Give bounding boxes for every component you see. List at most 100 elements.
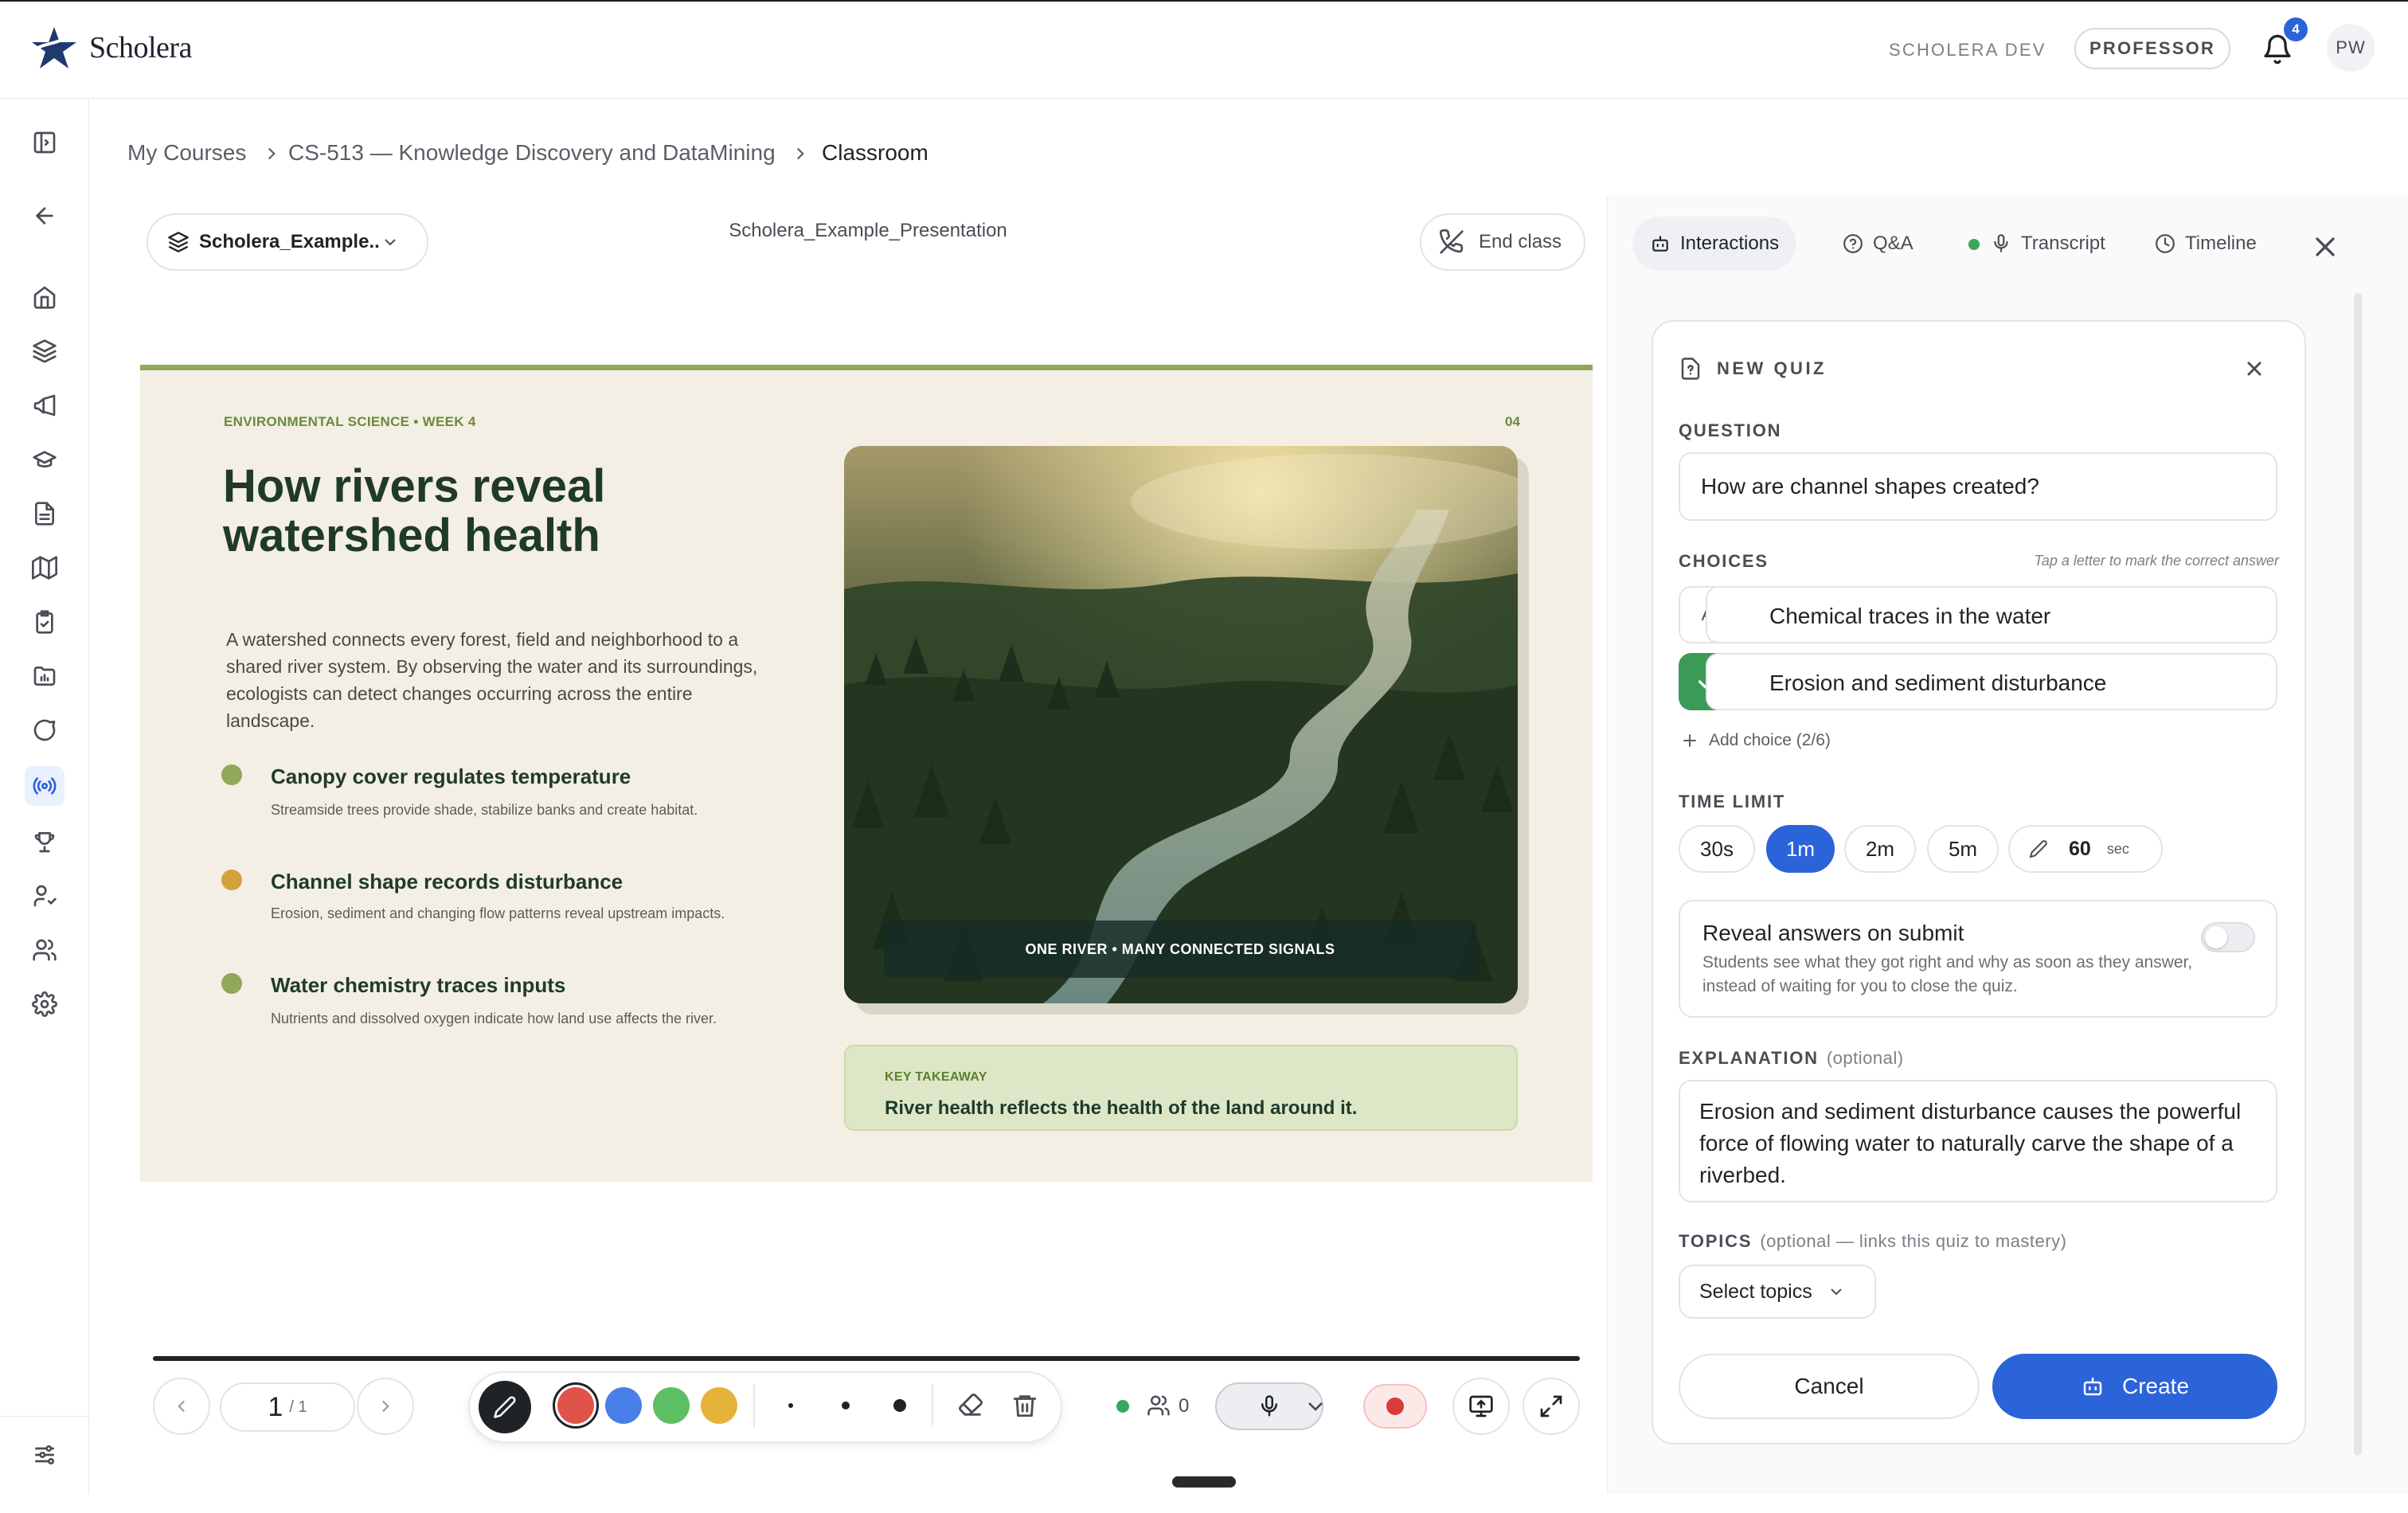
eraser-icon[interactable] <box>957 1392 984 1419</box>
breadcrumb-my-courses[interactable]: My Courses <box>127 140 246 166</box>
chevron-right-icon <box>790 140 811 167</box>
page-indicator[interactable]: 1 / 1 <box>220 1382 355 1432</box>
select-topics-dropdown[interactable]: Select topics <box>1679 1265 1876 1319</box>
role-switch-button[interactable]: PROFESSOR <box>2074 28 2230 69</box>
trophy-icon[interactable] <box>25 822 64 862</box>
record-button[interactable] <box>1363 1384 1427 1429</box>
chevron-down-icon[interactable] <box>1303 1394 1328 1419</box>
tab-transcript[interactable]: Transcript <box>1991 217 2105 271</box>
end-class-button[interactable]: End class <box>1420 213 1585 271</box>
choices-label: CHOICES <box>1679 551 1769 571</box>
color-swatch-yellow[interactable] <box>701 1387 737 1424</box>
explanation-textarea[interactable]: Erosion and sediment disturbance causes … <box>1679 1080 2277 1202</box>
phone-off-icon <box>1439 229 1464 255</box>
trash-icon[interactable] <box>1011 1392 1038 1419</box>
question-input[interactable]: How are channel shapes created? <box>1679 452 2277 521</box>
live-broadcast-icon[interactable] <box>25 766 64 806</box>
choices-hint: Tap a letter to mark the correct answer <box>2034 553 2279 569</box>
topics-label-text: TOPICS <box>1679 1231 1753 1251</box>
takeaway-kicker: KEY TAKEAWAY <box>885 1070 987 1084</box>
color-swatch-green[interactable] <box>653 1387 690 1424</box>
prev-slide-button[interactable] <box>153 1378 210 1435</box>
toolbar-divider <box>932 1384 933 1427</box>
toggle-sidebar-icon[interactable] <box>25 123 64 162</box>
breadcrumb-course[interactable]: CS-513 — Knowledge Discovery and DataMin… <box>288 140 776 166</box>
settings-gear-icon[interactable] <box>25 984 64 1024</box>
close-quiz-icon[interactable] <box>2241 355 2268 382</box>
takeaway-text: River health reflects the health of the … <box>885 1097 1358 1119</box>
reveal-answers-toggle[interactable] <box>2201 922 2255 952</box>
user-avatar[interactable]: PW <box>2327 24 2375 72</box>
tab-qa[interactable]: Q&A <box>1843 217 1914 271</box>
panel-scrollbar[interactable] <box>2354 293 2362 1456</box>
bullet-text: Streamside trees provide shade, stabiliz… <box>271 802 698 818</box>
topics-label: TOPICS (optional — links this quiz to mas… <box>1679 1231 2066 1252</box>
time-option-1m[interactable]: 1m <box>1766 825 1835 873</box>
select-topics-label: Select topics <box>1699 1280 1812 1303</box>
presentation-title: Scholera_Example_Presentation <box>729 220 1007 241</box>
reveal-answers-description: Students see what they got right and why… <box>1702 953 2193 995</box>
slide-body-text: A watershed connects every forest, field… <box>226 629 758 731</box>
user-check-icon[interactable] <box>25 876 64 916</box>
participant-count: 0 <box>1179 1395 1190 1417</box>
next-slide-button[interactable] <box>357 1378 414 1435</box>
slide-kicker: ENVIRONMENTAL SCIENCE • WEEK 4 <box>224 414 476 429</box>
microphone-icon <box>1991 233 2021 254</box>
tab-interactions[interactable]: Interactions <box>1632 217 1797 271</box>
color-swatch-blue[interactable] <box>605 1387 642 1424</box>
add-choice-button[interactable]: Add choice (2/6) <box>1680 731 1831 750</box>
layers-icon[interactable] <box>25 331 64 371</box>
pen-tool-button[interactable] <box>479 1381 531 1433</box>
analytics-folder-icon[interactable] <box>25 656 64 696</box>
clipboard-check-icon[interactable] <box>25 602 64 642</box>
cancel-button[interactable]: Cancel <box>1679 1354 1980 1419</box>
brand-name[interactable]: Scholera <box>89 30 192 65</box>
screen-share-button[interactable] <box>1452 1378 1510 1435</box>
map-icon[interactable] <box>25 548 64 588</box>
deck-selector-dropdown[interactable]: Scholera_Example... <box>147 213 428 271</box>
home-icon[interactable] <box>25 277 64 317</box>
breadcrumb-current: Classroom <box>822 140 928 165</box>
create-quiz-button[interactable]: Create <box>1992 1354 2277 1419</box>
stroke-size-large[interactable] <box>893 1399 906 1412</box>
choice-text: Chemical traces in the water <box>1769 604 2051 628</box>
custom-time-input[interactable]: 60 sec <box>2008 825 2163 873</box>
time-option-30s[interactable]: 30s <box>1679 825 1755 873</box>
explanation-label: EXPLANATION (optional) <box>1679 1048 1904 1069</box>
robot-icon <box>2081 1374 2122 1398</box>
stroke-size-small[interactable] <box>788 1403 793 1408</box>
tab-timeline[interactable]: Timeline <box>2155 217 2257 271</box>
chevron-down-icon <box>1827 1282 1846 1301</box>
slide-progress-bar[interactable] <box>153 1356 1580 1361</box>
graduation-cap-icon[interactable] <box>25 440 64 479</box>
color-swatch-red[interactable] <box>557 1387 594 1424</box>
tab-transcript-label: Transcript <box>2021 233 2105 254</box>
clock-icon <box>2155 233 2185 254</box>
choice-text: Erosion and sediment disturbance <box>1769 670 2107 695</box>
layers-icon <box>167 231 190 253</box>
time-option-5m[interactable]: 5m <box>1927 825 1999 873</box>
record-dot <box>1386 1398 1404 1415</box>
document-icon[interactable] <box>25 494 64 534</box>
live-status-dot <box>1116 1400 1129 1413</box>
users-icon[interactable] <box>25 930 64 970</box>
chat-bubble-icon[interactable] <box>25 710 64 750</box>
add-choice-label: Add choice (2/6) <box>1709 731 1831 749</box>
tab-timeline-label: Timeline <box>2185 233 2257 254</box>
total-pages: / 1 <box>289 1398 307 1416</box>
stroke-size-medium[interactable] <box>842 1402 850 1409</box>
back-arrow-icon[interactable] <box>25 196 64 236</box>
robot-icon <box>1650 233 1680 254</box>
tab-qa-label: Q&A <box>1873 233 1914 254</box>
close-panel-icon[interactable] <box>2309 231 2341 263</box>
end-class-label: End class <box>1479 231 1562 252</box>
megaphone-icon[interactable] <box>25 385 64 425</box>
new-quiz-header: NEW QUIZ <box>1717 358 1827 378</box>
bullet-heading: Water chemistry traces inputs <box>271 973 566 997</box>
participants-icon <box>1147 1394 1171 1417</box>
scholera-logo-icon[interactable] <box>30 25 78 72</box>
sliders-icon[interactable] <box>25 1435 64 1475</box>
create-label: Create <box>2121 1374 2190 1398</box>
fullscreen-button[interactable] <box>1523 1378 1580 1435</box>
time-option-2m[interactable]: 2m <box>1844 825 1916 873</box>
